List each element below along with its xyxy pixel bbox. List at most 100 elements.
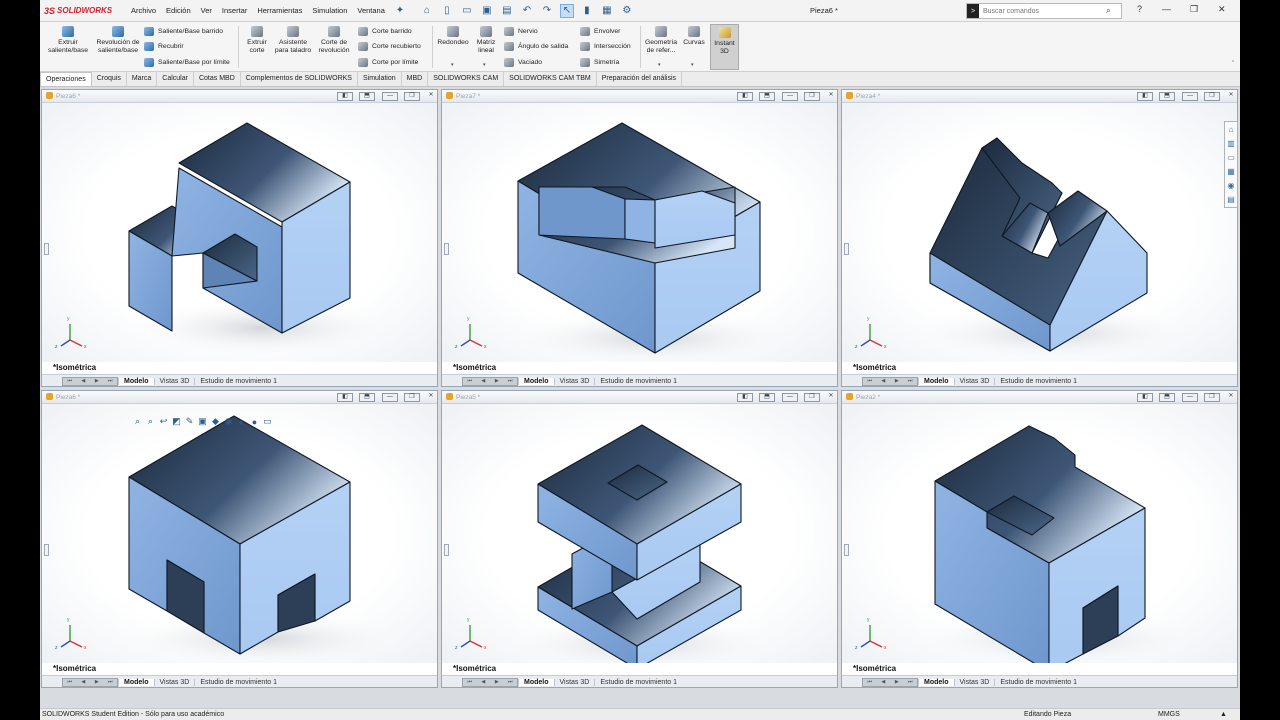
menu-simulation[interactable]: Simulation [307, 6, 352, 15]
undo-icon[interactable]: ↶ [520, 4, 534, 18]
file-explorer-icon[interactable]: ▭ [1225, 151, 1237, 164]
tab-vistas-3d[interactable]: Vistas 3D [153, 678, 195, 686]
minimize-icon[interactable]: — [782, 393, 798, 402]
tab-preparacion-analisis[interactable]: Preparación del análisis [597, 72, 683, 86]
loft-cut-button[interactable]: Corte recubierto [358, 42, 421, 51]
restore-icon[interactable]: ❐ [1190, 4, 1198, 15]
curves-dropdown-icon[interactable]: ▾ [691, 62, 694, 68]
menu-ventana[interactable]: Ventana [352, 6, 390, 15]
hide-show-icon[interactable]: ◉ [223, 416, 234, 427]
split-vertical-icon[interactable]: ⬒ [759, 92, 775, 101]
tab-vistas-3d[interactable]: Vistas 3D [953, 377, 995, 385]
prev-tab-icon[interactable]: ◀ [477, 378, 491, 385]
revolve-boss-button[interactable]: Revolución de saliente/base [96, 26, 140, 54]
graphics-area[interactable]: y x z [842, 103, 1237, 362]
next-tab-icon[interactable]: ▶ [490, 679, 504, 686]
tab-modelo[interactable]: Modelo [918, 678, 954, 686]
viewport-title-bar[interactable]: Pieza5 * ◧ ⬒ — ❐ ✕ [442, 391, 837, 404]
instant3d-button[interactable]: Instant 3D [710, 24, 739, 70]
select-pointer-icon[interactable]: ↖ [559, 3, 574, 18]
viewport-2[interactable]: Pieza7 * ◧ ⬒ — ❐ ✕ y x z *Isométrica ⏮ ◀… [441, 89, 838, 387]
minimize-icon[interactable]: — [382, 92, 398, 101]
menu-insertar[interactable]: Insertar [217, 6, 252, 15]
next-tab-icon[interactable]: ▶ [90, 679, 104, 686]
shell-button[interactable]: Vaciado [504, 58, 542, 67]
menu-archivo[interactable]: Archivo [126, 6, 161, 15]
last-tab-icon[interactable]: ⏭ [104, 679, 118, 686]
close-icon[interactable]: ✕ [823, 92, 837, 101]
swept-boss-button[interactable]: Saliente/Base barrido [144, 27, 223, 36]
viewport-title-bar[interactable]: Pieza7 * ◧ ⬒ — ❐ ✕ [442, 90, 837, 103]
graphics-area[interactable]: y x z [842, 404, 1237, 663]
viewport-5[interactable]: Pieza5 * ◧ ⬒ — ❐ ✕ y x z *Isométrica ⏮ ◀… [441, 390, 838, 688]
close-icon[interactable]: ✕ [1223, 92, 1237, 101]
tab-solidworks-cam-tbm[interactable]: SOLIDWORKS CAM TBM [504, 72, 597, 86]
intersect-button[interactable]: Intersección [580, 42, 631, 51]
tab-modelo[interactable]: Modelo [118, 377, 154, 385]
restore-icon[interactable]: ❐ [1204, 393, 1220, 402]
close-icon[interactable]: ✕ [1218, 4, 1226, 15]
tab-croquis[interactable]: Croquis [92, 72, 127, 86]
split-vertical-icon[interactable]: ⬒ [759, 393, 775, 402]
feature-tree-toggle[interactable] [844, 243, 849, 255]
save-icon[interactable]: ▣ [480, 4, 494, 18]
home-icon[interactable]: ⌂ [420, 4, 434, 18]
section-view-icon[interactable]: ◩ [171, 416, 182, 427]
feature-tree-toggle[interactable] [844, 544, 849, 556]
last-tab-icon[interactable]: ⏭ [904, 679, 918, 686]
menu-ver[interactable]: Ver [196, 6, 217, 15]
tab-modelo[interactable]: Modelo [118, 678, 154, 686]
resources-home-icon[interactable]: ⌂ [1225, 123, 1237, 136]
viewport-title-bar[interactable]: Pieza6 * ◧ ⬒ — ❐ ✕ [42, 391, 437, 404]
curves-button[interactable]: Curvas [680, 26, 708, 47]
split-vertical-icon[interactable]: ⬒ [1159, 393, 1175, 402]
next-tab-icon[interactable]: ▶ [890, 679, 904, 686]
restore-icon[interactable]: ❐ [804, 393, 820, 402]
appearances-icon[interactable]: ◉ [1225, 179, 1237, 192]
tab-scroll-arrows[interactable]: ⏮ ◀ ▶ ⏭ [462, 677, 518, 687]
hole-wizard-button[interactable]: Asistente para taladro [274, 26, 312, 54]
viewport-1[interactable]: Pieza6 * ◧ ⬒ — ❐ ✕ y x z *Isométrica ⏮ ◀… [41, 89, 438, 387]
extrude-cut-button[interactable]: Extruir corte [240, 26, 274, 54]
split-horizontal-icon[interactable]: ◧ [337, 393, 353, 402]
open-folder-icon[interactable]: ▭ [460, 4, 474, 18]
tab-operaciones[interactable]: Operaciones [40, 72, 92, 86]
search-icon[interactable]: ⌕ [1106, 5, 1111, 16]
mirror-button[interactable]: Simetría [580, 58, 619, 67]
split-vertical-icon[interactable]: ⬒ [359, 92, 375, 101]
restore-icon[interactable]: ❐ [804, 92, 820, 101]
close-icon[interactable]: ✕ [423, 393, 437, 402]
last-tab-icon[interactable]: ⏭ [504, 378, 518, 385]
file-properties-icon[interactable]: ▦ [600, 4, 614, 18]
split-horizontal-icon[interactable]: ◧ [737, 393, 753, 402]
part-model-bracket[interactable] [42, 103, 438, 362]
tab-cotas-mbd[interactable]: Cotas MBD [194, 72, 241, 86]
viewport-4[interactable]: Pieza6 * ◧ ⬒ — ❐ ✕ y x z ⌕ ⌕ ↩ ◩ ✎ ▣ ◆ ◉… [41, 390, 438, 688]
feature-tree-toggle[interactable] [44, 243, 49, 255]
graphics-area[interactable]: y x z ⌕ ⌕ ↩ ◩ ✎ ▣ ◆ ◉ ◐ ● ▭ [42, 404, 437, 663]
first-tab-icon[interactable]: ⏮ [63, 679, 77, 686]
rib-button[interactable]: Nervio [504, 27, 538, 36]
minimize-icon[interactable]: — [382, 393, 398, 402]
prev-tab-icon[interactable]: ◀ [877, 378, 891, 385]
viewport-3[interactable]: Pieza4 * ◧ ⬒ — ❐ ✕ y x z *Isométrica ⏮ ◀… [841, 89, 1238, 387]
viewport-title-bar[interactable]: Pieza4 * ◧ ⬒ — ❐ ✕ [842, 90, 1237, 103]
first-tab-icon[interactable]: ⏮ [863, 378, 877, 385]
viewport-6[interactable]: Pieza2 * ◧ ⬒ — ❐ ✕ y x z *Isométrica ⏮ ◀… [841, 390, 1238, 688]
tab-simulation[interactable]: Simulation [358, 72, 402, 86]
split-vertical-icon[interactable]: ⬒ [359, 393, 375, 402]
tab-vistas-3d[interactable]: Vistas 3D [553, 678, 595, 686]
wrap-button[interactable]: Envolver [580, 27, 620, 36]
tab-complementos[interactable]: Complementos de SOLIDWORKS [241, 72, 358, 86]
part-model-vblock[interactable] [842, 103, 1238, 362]
menu-edicion[interactable]: Edición [161, 6, 196, 15]
split-horizontal-icon[interactable]: ◧ [737, 92, 753, 101]
previous-view-icon[interactable]: ↩ [158, 416, 169, 427]
view-settings-icon[interactable]: ▭ [262, 416, 273, 427]
view-orientation-icon[interactable]: ▣ [197, 416, 208, 427]
part-model-notch[interactable] [442, 103, 838, 362]
fillet-button[interactable]: Redondeo [434, 26, 472, 47]
boundary-boss-button[interactable]: Saliente/Base por límite [144, 58, 230, 67]
refgeom-dropdown-icon[interactable]: ▾ [658, 62, 661, 68]
first-tab-icon[interactable]: ⏮ [63, 378, 77, 385]
